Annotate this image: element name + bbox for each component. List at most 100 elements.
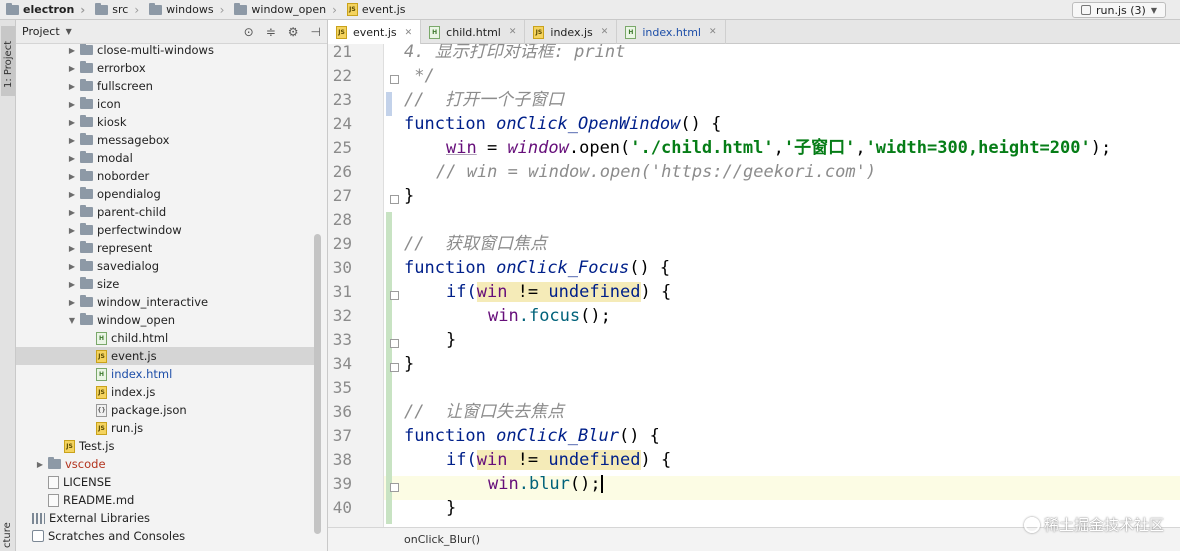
line-number: 31 <box>332 282 352 301</box>
code-line-32: win.focus(); <box>488 306 611 326</box>
tab-index-js[interactable]: JS index.js ✕ <box>525 20 618 44</box>
fold-marker-icon[interactable] <box>390 291 399 300</box>
chevron-right-icon[interactable]: ▶ <box>66 190 78 199</box>
fold-marker-icon[interactable] <box>390 75 399 84</box>
tree-item[interactable]: ▶ parent-child <box>16 203 316 221</box>
tree-item[interactable]: {} package.json <box>16 401 316 419</box>
tree-item[interactable]: ▶ kiosk <box>16 113 316 131</box>
breadcrumb-src[interactable]: src › <box>89 0 143 20</box>
run-config-icon <box>1081 5 1092 15</box>
tree-item[interactable]: JS run.js <box>16 419 316 437</box>
tab-child-html[interactable]: H child.html ✕ <box>421 20 526 44</box>
close-icon[interactable]: ✕ <box>709 27 717 37</box>
text-file-icon <box>48 475 59 489</box>
close-icon[interactable]: ✕ <box>601 27 609 37</box>
fold-marker-icon[interactable] <box>390 339 399 348</box>
project-panel-header: Project ▼ ⊙ ≑ ⚙ ⊣ <box>16 20 327 44</box>
html-file-icon: H <box>625 25 637 39</box>
tree-item[interactable]: ▶ window_interactive <box>16 293 316 311</box>
code-line-38: if(win != undefined) { <box>446 450 672 470</box>
project-tool-tab[interactable]: 1: Project <box>1 26 15 96</box>
tree-item[interactable]: ▶ savedialog <box>16 257 316 275</box>
fold-marker-icon[interactable] <box>390 363 399 372</box>
chevron-down-icon[interactable]: ▼ <box>66 316 78 325</box>
tree-item[interactable]: ▶ represent <box>16 239 316 257</box>
chevron-right-icon[interactable]: ▶ <box>66 262 78 271</box>
collapse-all-icon[interactable]: ≑ <box>266 25 276 39</box>
folder-icon <box>80 277 93 289</box>
chevron-right-icon[interactable]: ▶ <box>66 82 78 91</box>
tree-item[interactable]: ▶ perfectwindow <box>16 221 316 239</box>
chevron-right-icon[interactable]: ▶ <box>66 64 78 73</box>
tree-item[interactable]: ▶ errorbox <box>16 59 316 77</box>
tab-event-js[interactable]: JS event.js ✕ <box>328 20 422 45</box>
chevron-right-icon[interactable]: ▶ <box>66 172 78 181</box>
chevron-right-icon[interactable]: ▶ <box>66 280 78 289</box>
chevron-right-icon[interactable]: ▶ <box>34 460 46 469</box>
tree-item[interactable]: JS event.js <box>16 347 316 365</box>
locate-icon[interactable]: ⊙ <box>244 25 254 39</box>
tree-item[interactable]: ▶ vscode <box>16 455 316 473</box>
tree-item[interactable]: Scratches and Consoles <box>16 527 316 545</box>
chevron-right-icon[interactable]: ▶ <box>66 244 78 253</box>
chevron-down-icon[interactable]: ▼ <box>66 27 72 36</box>
tab-index-html[interactable]: H index.html ✕ <box>617 20 726 44</box>
breadcrumb-event-js[interactable]: JS event.js <box>341 0 410 20</box>
fold-marker-icon[interactable] <box>390 195 399 204</box>
run-configuration-selector[interactable]: run.js (3) ▼ <box>1072 2 1166 18</box>
folder-icon <box>80 187 93 199</box>
line-number: 27 <box>332 186 352 205</box>
breadcrumb-function[interactable]: onClick_Blur() <box>404 533 480 546</box>
chevron-right-icon[interactable]: ▶ <box>66 118 78 127</box>
tree-item-label: LICENSE <box>63 475 112 489</box>
chevron-right-icon[interactable]: ▶ <box>66 46 78 55</box>
project-view-selector[interactable]: Project <box>22 25 60 38</box>
chevron-right-icon[interactable]: ▶ <box>66 208 78 217</box>
chevron-right-icon[interactable]: ▶ <box>66 298 78 307</box>
project-tree[interactable]: ▶ close-multi-windows ▶ errorbox ▶ fullscreen… <box>16 44 316 551</box>
tree-item[interactable]: Hchild.html <box>16 329 316 347</box>
tree-item[interactable]: ▶ icon <box>16 95 316 113</box>
code-line-23: // 打开一个子窗口 <box>404 90 564 110</box>
folder-icon <box>80 151 93 163</box>
line-number: 39 <box>332 474 352 493</box>
tree-item[interactable]: ▶ close-multi-windows <box>16 44 316 59</box>
breadcrumb-electron[interactable]: electron › <box>0 0 89 20</box>
breadcrumb-window-open[interactable]: window_open › <box>228 0 341 20</box>
tree-item[interactable]: JS Test.js <box>16 437 316 455</box>
chevron-right-icon[interactable]: ▶ <box>66 100 78 109</box>
chevron-right-icon[interactable]: ▶ <box>66 154 78 163</box>
line-number-gutter[interactable]: 21 22 23 24 25 26 27 28 29 30 31 32 33 34 35 36 37 38 39 40 <box>328 44 384 527</box>
close-icon[interactable]: ✕ <box>405 28 413 38</box>
line-number: 37 <box>332 426 352 445</box>
tree-item[interactable]: ▶ messagebox <box>16 131 316 149</box>
tree-item[interactable]: External Libraries <box>16 509 316 527</box>
project-tree-scrollbar[interactable] <box>314 234 321 534</box>
chevron-right-icon[interactable]: ▶ <box>66 226 78 235</box>
tree-item[interactable]: ▶ size <box>16 275 316 293</box>
gear-icon[interactable]: ⚙ <box>288 25 299 39</box>
tree-item[interactable]: README.md <box>16 491 316 509</box>
text-file-icon <box>48 493 59 507</box>
tree-item[interactable]: ▼ window_open <box>16 311 316 329</box>
tree-item[interactable]: LICENSE <box>16 473 316 491</box>
fold-marker-icon[interactable] <box>390 483 399 492</box>
chevron-down-icon: ▼ <box>1150 5 1157 15</box>
code-line-22: */ <box>404 66 435 86</box>
tree-item[interactable]: ▶ noborder <box>16 167 316 185</box>
code-editor[interactable]: 21 22 23 24 25 26 27 28 29 30 31 32 33 34 35 36 37 38 39 40… <box>328 44 1180 527</box>
structure-tool-tab[interactable]: cture <box>2 522 13 548</box>
juejin-logo-icon <box>1023 516 1040 533</box>
tree-item[interactable]: ▶ opendialog <box>16 185 316 203</box>
tree-item[interactable]: Hindex.html <box>16 365 316 383</box>
chevron-right-icon[interactable]: ▶ <box>66 136 78 145</box>
tree-item[interactable]: ▶ modal <box>16 149 316 167</box>
close-icon[interactable]: ✕ <box>509 27 517 37</box>
tree-item[interactable]: JS index.js <box>16 383 316 401</box>
line-number: 30 <box>332 258 352 277</box>
code-line-40: } <box>446 498 457 518</box>
hide-panel-icon[interactable]: ⊣ <box>311 25 321 39</box>
tree-item[interactable]: ▶ fullscreen <box>16 77 316 95</box>
folder-icon <box>149 2 163 15</box>
breadcrumb-windows[interactable]: windows › <box>143 0 228 20</box>
